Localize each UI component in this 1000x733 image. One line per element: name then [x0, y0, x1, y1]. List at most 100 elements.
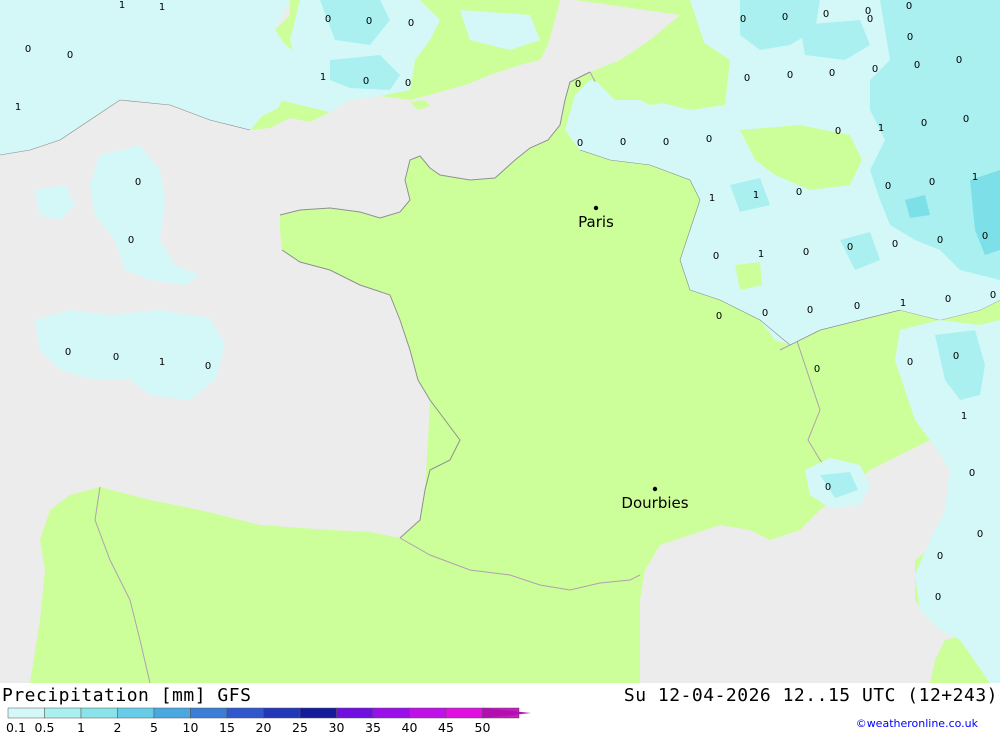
- legend-label: 15: [219, 720, 235, 733]
- contour-value: 0: [953, 351, 959, 362]
- contour-value: 0: [956, 55, 962, 66]
- contour-value: 0: [620, 137, 626, 148]
- contour-value: 0: [867, 14, 873, 25]
- contour-value: 0: [25, 44, 31, 55]
- contour-value: 1: [900, 298, 906, 309]
- contour-value: 1: [753, 190, 759, 201]
- contour-value: 0: [977, 529, 983, 540]
- legend-label: 1: [77, 720, 85, 733]
- legend-label: 20: [256, 720, 272, 733]
- contour-value: 0: [963, 114, 969, 125]
- contour-value: 0: [706, 134, 712, 145]
- legend-label: 25: [292, 720, 308, 733]
- contour-value: 0: [205, 361, 211, 372]
- contour-value: 0: [325, 14, 331, 25]
- contour-value: 0: [67, 50, 73, 61]
- legend-label: 10: [183, 720, 199, 733]
- legend-label: 45: [438, 720, 454, 733]
- legend-swatch: [80, 707, 118, 719]
- legend-label: 40: [402, 720, 418, 733]
- contour-value: 0: [575, 79, 581, 90]
- contour-value: 1: [159, 2, 165, 13]
- contour-value: 0: [921, 118, 927, 129]
- contour-value: 0: [787, 70, 793, 81]
- contour-value: 0: [713, 251, 719, 262]
- contour-value: 0: [796, 187, 802, 198]
- city-label-paris: Paris: [578, 213, 614, 231]
- contour-value: 0: [969, 468, 975, 479]
- contour-value: 0: [762, 308, 768, 319]
- contour-value: 0: [982, 231, 988, 242]
- legend-swatch: [336, 707, 374, 719]
- contour-value: 1: [15, 102, 21, 113]
- contour-value: 0: [945, 294, 951, 305]
- contour-value: 0: [907, 357, 913, 368]
- legend-swatch: [226, 707, 264, 719]
- contour-value: 0: [814, 364, 820, 375]
- contour-value: 0: [807, 305, 813, 316]
- contour-value: 0: [366, 16, 372, 27]
- contour-value: 0: [937, 551, 943, 562]
- legend-swatch: [7, 707, 45, 719]
- legend-label: 0.5: [35, 720, 55, 733]
- legend-swatch: [263, 707, 301, 719]
- contour-value: 1: [758, 249, 764, 260]
- contour-value: 0: [872, 64, 878, 75]
- city-label-dourbies: Dourbies: [621, 494, 688, 512]
- contour-value: 0: [854, 301, 860, 312]
- contour-value: 0: [823, 9, 829, 20]
- contour-value: 0: [65, 347, 71, 358]
- contour-value: 0: [892, 239, 898, 250]
- legend-label: 50: [475, 720, 491, 733]
- contour-value: 0: [907, 32, 913, 43]
- forecast-datetime: Su 12-04-2026 12..15 UTC (12+243): [623, 685, 998, 706]
- contour-value: 0: [716, 311, 722, 322]
- contour-value: 0: [408, 18, 414, 29]
- contour-value: 0: [835, 126, 841, 137]
- legend-swatch: [117, 707, 155, 719]
- contour-value: 1: [878, 123, 884, 134]
- legend-swatch: [409, 707, 447, 719]
- contour-value: 0: [135, 177, 141, 188]
- legend-label: 30: [329, 720, 345, 733]
- legend-swatch: [153, 707, 191, 719]
- contour-value: 0: [929, 177, 935, 188]
- contour-value: 0: [914, 60, 920, 71]
- precipitation-map: 1 1 0 0 1 0 0 0 1 0 0 0 0 0 0 1 0 0 0 0 0 0 0 0 0 0 0 0 0 0 0 0 0 0 1 0 0 1 1 0…: [0, 0, 1000, 683]
- city-marker-dourbies: [652, 486, 658, 492]
- legend-swatch: [372, 707, 410, 719]
- legend-swatch: [190, 707, 228, 719]
- contour-value: 0: [937, 235, 943, 246]
- credit-link[interactable]: ©weatheronline.co.uk: [856, 717, 978, 730]
- legend-swatch: [445, 707, 483, 719]
- contour-value: 0: [113, 352, 119, 363]
- legend-label: 2: [114, 720, 122, 733]
- legend-label: 35: [365, 720, 381, 733]
- map-title: Precipitation [mm] GFS: [2, 685, 252, 706]
- contour-value: 1: [961, 411, 967, 422]
- contour-value: 0: [885, 181, 891, 192]
- contour-value: 0: [829, 68, 835, 79]
- contour-value: 0: [906, 1, 912, 12]
- contour-value: 0: [990, 290, 996, 301]
- contour-value: 0: [577, 138, 583, 149]
- contour-value: 0: [803, 247, 809, 258]
- contour-value: 1: [119, 0, 125, 11]
- legend-label: 5: [150, 720, 158, 733]
- contour-value: 0: [825, 482, 831, 493]
- contour-value: 0: [935, 592, 941, 603]
- contour-value: 0: [847, 242, 853, 253]
- contour-value: 1: [320, 72, 326, 83]
- contour-value: 0: [740, 14, 746, 25]
- legend-swatch: [299, 707, 337, 719]
- contour-value: 1: [159, 357, 165, 368]
- contour-value: 0: [782, 12, 788, 23]
- contour-value: 0: [663, 137, 669, 148]
- legend-label: 0.1: [6, 720, 26, 733]
- contour-value: 1: [709, 193, 715, 204]
- contour-value: 1: [972, 172, 978, 183]
- contour-value: 0: [405, 78, 411, 89]
- contour-value: 0: [744, 73, 750, 84]
- legend-swatch: [44, 707, 82, 719]
- precip-legend: 0.1 0.5 1 2 5 10 15 20 25 30 35 40 45 50: [6, 707, 531, 733]
